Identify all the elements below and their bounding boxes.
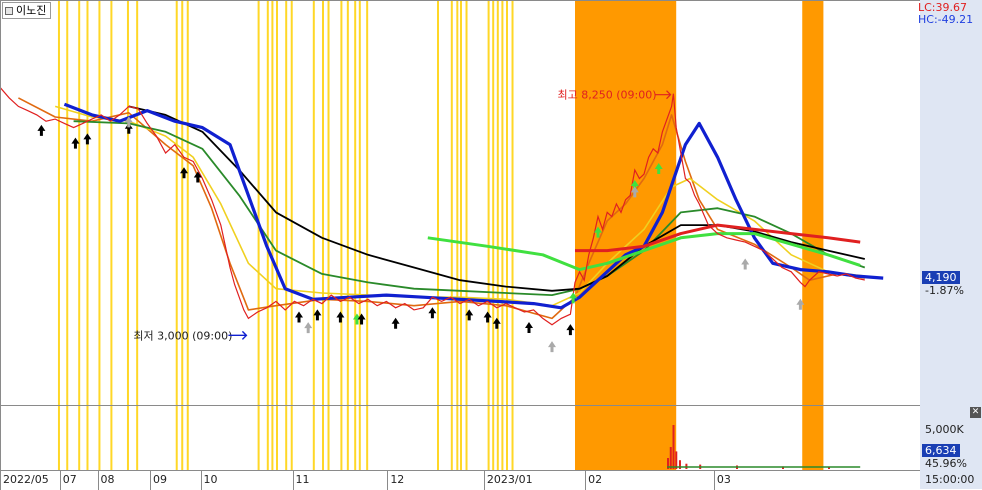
date-tick — [292, 471, 294, 490]
date-tick — [149, 471, 151, 490]
date-axis: 2022/05 07 08 09 10 11 12 2023/01 02 03 — [0, 470, 920, 490]
collapse-icon[interactable] — [5, 6, 13, 15]
date-label: 09 — [152, 473, 167, 486]
volume-axis-label: 5,000K — [925, 423, 964, 436]
date-label: 11 — [295, 473, 310, 486]
stock-chart: 100%80%60%40%20%0%-20%-40%최고 8,250 (09:0… — [0, 0, 982, 490]
close-volume-pane-button[interactable]: ✕ — [970, 407, 981, 418]
main-plot-frame — [0, 0, 921, 406]
date-label: 08 — [100, 473, 115, 486]
stock-name: 이노진 — [16, 4, 47, 17]
date-label: 12 — [390, 473, 405, 486]
date-label: 2022/05 — [3, 473, 49, 486]
hc-value: HC:-49.21 — [918, 13, 974, 26]
current-price-badge: 4,190 — [922, 271, 960, 284]
date-tick — [200, 471, 202, 490]
date-label: 10 — [203, 473, 218, 486]
time-label: 15:00:00 — [925, 473, 975, 486]
volume-percent: 45.96% — [925, 457, 967, 470]
date-label: 02 — [588, 473, 603, 486]
stock-title[interactable]: 이노진 — [2, 2, 52, 19]
date-label: 2023/01 — [486, 473, 533, 486]
date-tick — [483, 471, 485, 490]
date-tick — [713, 471, 715, 490]
date-label: 07 — [62, 473, 77, 486]
date-label: 03 — [716, 473, 731, 486]
current-volume-badge: 6,634 — [922, 444, 960, 457]
date-tick — [0, 471, 1, 490]
current-change: -1.87% — [925, 284, 964, 297]
date-tick — [585, 471, 587, 490]
volume-plot-frame — [0, 405, 921, 471]
date-tick — [97, 471, 99, 490]
date-tick — [59, 471, 61, 490]
date-tick — [387, 471, 389, 490]
